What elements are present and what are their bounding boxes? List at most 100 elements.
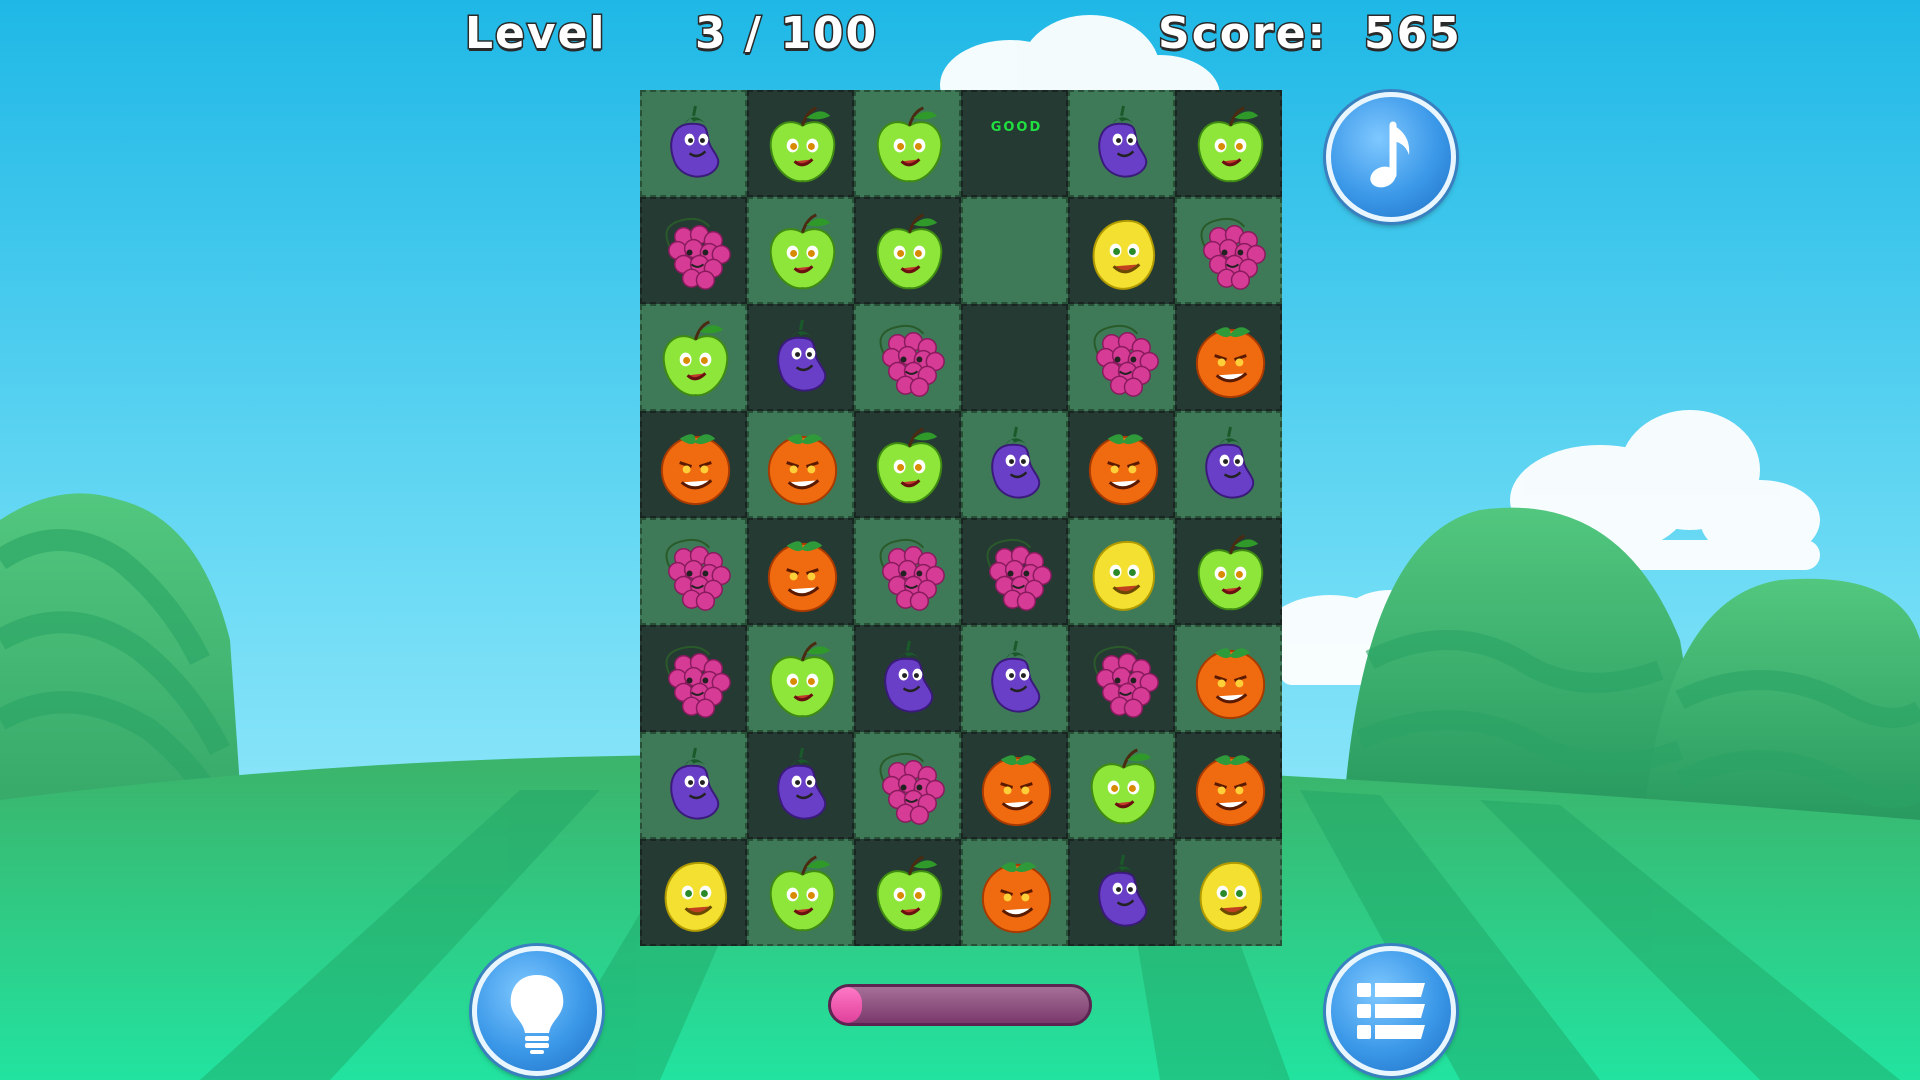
board-cell-orange[interactable]	[1175, 625, 1282, 732]
combo-text: GOOD	[990, 120, 1043, 135]
board-cell-apple[interactable]	[640, 304, 747, 411]
score-label: Score:	[1156, 7, 1328, 61]
board-cell-apple[interactable]	[747, 197, 854, 304]
eggplant-icon	[670, 747, 720, 820]
orange-icon	[660, 434, 731, 506]
board-cell-grapes[interactable]	[854, 518, 961, 625]
board-cell-orange[interactable]	[1068, 411, 1175, 518]
board-cell-orange[interactable]	[747, 411, 854, 518]
grapes-icon	[1093, 324, 1159, 397]
grapes-icon	[1093, 645, 1159, 718]
board-cell-grapes[interactable]	[961, 518, 1068, 625]
lemon-icon	[1199, 861, 1263, 932]
game-board: GOOD	[640, 90, 1284, 946]
board-cell-apple[interactable]	[854, 90, 961, 197]
board-cell-grapes[interactable]	[1068, 625, 1175, 732]
board-cell-lemon[interactable]	[1068, 518, 1175, 625]
grapes-icon	[879, 538, 945, 611]
board-cell-orange[interactable]	[747, 518, 854, 625]
board-cell-apple[interactable]	[747, 839, 854, 946]
board-cell-orange[interactable]	[961, 839, 1068, 946]
board-cell-apple[interactable]	[747, 625, 854, 732]
board-cell-lemon[interactable]	[1068, 197, 1175, 304]
board-cell-empty[interactable]	[961, 197, 1068, 304]
board-cell-apple[interactable]	[854, 839, 961, 946]
grapes-icon	[665, 645, 731, 718]
board-cell-grapes[interactable]	[854, 304, 961, 411]
apple-icon	[769, 641, 836, 718]
orange-icon	[1088, 434, 1159, 506]
board-cell-empty[interactable]: GOOD	[961, 90, 1068, 197]
board-cell-grapes[interactable]	[640, 197, 747, 304]
eggplant-icon	[884, 640, 934, 713]
eggplant-icon	[670, 105, 720, 178]
eggplant-icon	[777, 319, 827, 392]
eggplant-icon	[1098, 854, 1148, 927]
board-cell-empty[interactable]	[961, 304, 1068, 411]
orange-icon	[1195, 327, 1266, 399]
board-cell-grapes[interactable]	[640, 518, 747, 625]
lemon-icon	[1092, 219, 1156, 290]
board-cell-eggplant[interactable]	[1068, 90, 1175, 197]
apple-icon	[876, 855, 943, 932]
board-cell-apple[interactable]	[1175, 90, 1282, 197]
board-cell-apple[interactable]	[1175, 518, 1282, 625]
grapes-icon	[879, 752, 945, 825]
board-cell-grapes[interactable]	[854, 732, 961, 839]
music-button[interactable]	[1326, 92, 1456, 222]
apple-icon	[1197, 106, 1264, 183]
board-cell-grapes[interactable]	[1175, 197, 1282, 304]
grapes-icon	[879, 324, 945, 397]
grapes-icon	[665, 217, 731, 290]
board-cell-apple[interactable]	[747, 90, 854, 197]
apple-icon	[1197, 534, 1264, 611]
level-progress-fill	[831, 987, 862, 1023]
apple-icon	[876, 213, 943, 290]
board-cell-eggplant[interactable]	[640, 90, 747, 197]
apple-icon	[662, 320, 729, 397]
eggplant-icon	[991, 640, 1041, 713]
apple-icon	[876, 106, 943, 183]
board-cell-eggplant[interactable]	[747, 304, 854, 411]
grapes-icon	[986, 538, 1052, 611]
apple-icon	[876, 427, 943, 504]
apple-icon	[769, 106, 836, 183]
board-cell-lemon[interactable]	[1175, 839, 1282, 946]
apple-icon	[1090, 748, 1157, 825]
eggplant-icon	[991, 426, 1041, 499]
level-value: 3 / 100	[693, 7, 879, 61]
grapes-icon	[665, 538, 731, 611]
board-cell-eggplant[interactable]	[747, 732, 854, 839]
eggplant-icon	[777, 747, 827, 820]
board-cell-grapes[interactable]	[1068, 304, 1175, 411]
board-cell-grapes[interactable]	[640, 625, 747, 732]
menu-button[interactable]	[1326, 946, 1456, 1076]
orange-icon	[981, 862, 1052, 934]
music-note-icon	[1370, 121, 1410, 188]
lightbulb-icon	[510, 975, 564, 1054]
board-cell-eggplant[interactable]	[1068, 839, 1175, 946]
board-cell-orange[interactable]	[961, 732, 1068, 839]
board-cell-eggplant[interactable]	[854, 625, 961, 732]
level-progress-bar	[828, 984, 1092, 1026]
board-cell-eggplant[interactable]	[1175, 411, 1282, 518]
board-cell-eggplant[interactable]	[640, 732, 747, 839]
board-cell-apple[interactable]	[1068, 732, 1175, 839]
orange-icon	[981, 755, 1052, 827]
board-cell-apple[interactable]	[854, 411, 961, 518]
board-cell-apple[interactable]	[854, 197, 961, 304]
board-cell-orange[interactable]	[1175, 732, 1282, 839]
eggplant-icon	[1098, 105, 1148, 178]
apple-icon	[769, 855, 836, 932]
board-cell-lemon[interactable]	[640, 839, 747, 946]
level-label: Level	[463, 7, 607, 61]
grapes-icon	[1200, 217, 1266, 290]
board-cell-eggplant[interactable]	[961, 411, 1068, 518]
lemon-icon	[1092, 540, 1156, 611]
menu-list-icon	[1357, 983, 1425, 1039]
board-cell-eggplant[interactable]	[961, 625, 1068, 732]
board-cell-orange[interactable]	[1175, 304, 1282, 411]
score-value: 565	[1363, 7, 1462, 61]
hint-button[interactable]	[472, 946, 602, 1076]
board-cell-orange[interactable]	[640, 411, 747, 518]
